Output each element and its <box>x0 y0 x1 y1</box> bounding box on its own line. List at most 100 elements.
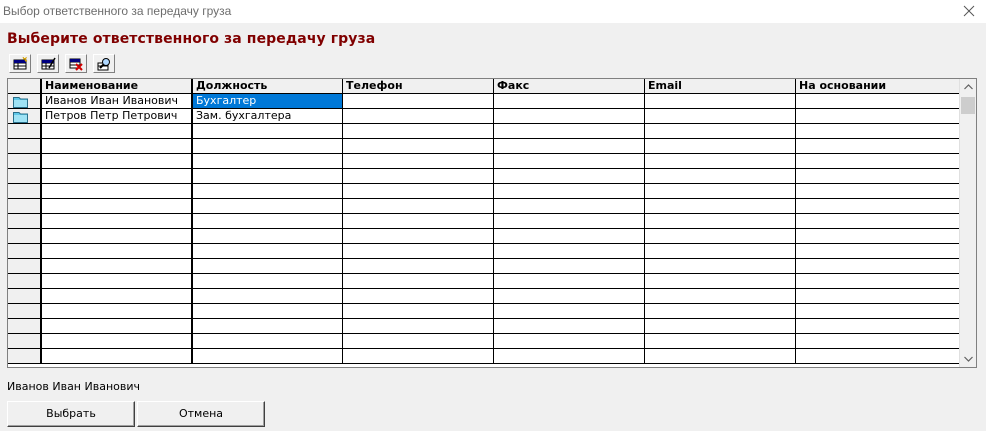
empty-cell[interactable] <box>343 154 494 169</box>
empty-cell[interactable] <box>192 349 343 364</box>
empty-cell[interactable] <box>494 259 645 274</box>
delete-record-button[interactable] <box>65 54 87 73</box>
empty-cell[interactable] <box>796 139 960 154</box>
empty-cell[interactable] <box>192 169 343 184</box>
cancel-button[interactable]: Отмена <box>137 401 265 427</box>
empty-cell[interactable] <box>494 184 645 199</box>
empty-cell[interactable] <box>41 244 192 259</box>
empty-cell[interactable] <box>494 139 645 154</box>
empty-cell[interactable] <box>796 184 960 199</box>
empty-cell[interactable] <box>192 214 343 229</box>
empty-cell[interactable] <box>494 244 645 259</box>
cell-phone[interactable] <box>343 109 494 124</box>
empty-cell[interactable] <box>343 229 494 244</box>
empty-cell[interactable] <box>645 259 796 274</box>
chevron-up-icon[interactable] <box>964 84 973 90</box>
column-header-fax[interactable]: Факс <box>494 79 645 94</box>
empty-cell[interactable] <box>645 154 796 169</box>
empty-cell[interactable] <box>645 349 796 364</box>
close-icon[interactable] <box>962 4 976 18</box>
empty-cell[interactable] <box>343 304 494 319</box>
empty-cell[interactable] <box>41 274 192 289</box>
cell-phone[interactable] <box>343 94 494 109</box>
empty-cell[interactable] <box>192 199 343 214</box>
vertical-scrollbar[interactable] <box>959 79 976 367</box>
empty-cell[interactable] <box>192 304 343 319</box>
empty-cell[interactable] <box>41 199 192 214</box>
empty-cell[interactable] <box>343 139 494 154</box>
empty-cell[interactable] <box>192 124 343 139</box>
empty-cell[interactable] <box>343 259 494 274</box>
empty-cell[interactable] <box>796 259 960 274</box>
empty-cell[interactable] <box>41 169 192 184</box>
empty-cell[interactable] <box>192 184 343 199</box>
empty-cell[interactable] <box>41 259 192 274</box>
empty-cell[interactable] <box>494 214 645 229</box>
empty-cell[interactable] <box>343 124 494 139</box>
empty-cell[interactable] <box>192 154 343 169</box>
empty-cell[interactable] <box>192 319 343 334</box>
empty-cell[interactable] <box>796 274 960 289</box>
empty-cell[interactable] <box>343 169 494 184</box>
empty-cell[interactable] <box>796 319 960 334</box>
empty-cell[interactable] <box>343 244 494 259</box>
cell-basis[interactable] <box>796 94 960 109</box>
empty-cell[interactable] <box>343 214 494 229</box>
scrollbar-thumb[interactable] <box>961 97 975 114</box>
empty-cell[interactable] <box>645 169 796 184</box>
empty-cell[interactable] <box>796 169 960 184</box>
empty-cell[interactable] <box>41 319 192 334</box>
empty-cell[interactable] <box>41 154 192 169</box>
empty-cell[interactable] <box>494 274 645 289</box>
empty-cell[interactable] <box>494 154 645 169</box>
empty-cell[interactable] <box>343 184 494 199</box>
empty-cell[interactable] <box>343 319 494 334</box>
empty-cell[interactable] <box>192 289 343 304</box>
column-header-basis[interactable]: На основании <box>796 79 960 94</box>
empty-cell[interactable] <box>494 199 645 214</box>
empty-cell[interactable] <box>645 304 796 319</box>
empty-cell[interactable] <box>192 139 343 154</box>
empty-cell[interactable] <box>645 319 796 334</box>
empty-cell[interactable] <box>494 289 645 304</box>
add-record-button[interactable] <box>9 54 31 73</box>
empty-cell[interactable] <box>41 184 192 199</box>
empty-cell[interactable] <box>796 124 960 139</box>
cell-email[interactable] <box>645 109 796 124</box>
empty-cell[interactable] <box>343 274 494 289</box>
cell-position[interactable]: Бухгалтер <box>192 94 343 109</box>
empty-cell[interactable] <box>192 259 343 274</box>
empty-cell[interactable] <box>796 334 960 349</box>
empty-cell[interactable] <box>645 139 796 154</box>
empty-cell[interactable] <box>343 289 494 304</box>
empty-cell[interactable] <box>494 124 645 139</box>
empty-cell[interactable] <box>796 244 960 259</box>
empty-cell[interactable] <box>343 199 494 214</box>
empty-cell[interactable] <box>494 349 645 364</box>
empty-cell[interactable] <box>645 199 796 214</box>
column-header-email[interactable]: Email <box>645 79 796 94</box>
responsible-grid[interactable]: Наименование Должность Телефон Факс Emai… <box>7 78 977 368</box>
empty-cell[interactable] <box>796 229 960 244</box>
empty-cell[interactable] <box>796 199 960 214</box>
cell-fax[interactable] <box>494 94 645 109</box>
cell-fax[interactable] <box>494 109 645 124</box>
empty-cell[interactable] <box>494 169 645 184</box>
empty-cell[interactable] <box>645 214 796 229</box>
empty-cell[interactable] <box>41 139 192 154</box>
cell-name[interactable]: Иванов Иван Иванович <box>41 94 192 109</box>
empty-cell[interactable] <box>192 244 343 259</box>
empty-cell[interactable] <box>41 124 192 139</box>
empty-cell[interactable] <box>645 334 796 349</box>
column-header-position[interactable]: Должность <box>192 79 343 94</box>
column-header-phone[interactable]: Телефон <box>343 79 494 94</box>
empty-cell[interactable] <box>343 334 494 349</box>
empty-cell[interactable] <box>645 244 796 259</box>
empty-cell[interactable] <box>796 304 960 319</box>
empty-cell[interactable] <box>645 184 796 199</box>
empty-cell[interactable] <box>494 304 645 319</box>
cell-position[interactable]: Зам. бухгалтера <box>192 109 343 124</box>
find-record-button[interactable] <box>93 54 115 73</box>
empty-cell[interactable] <box>343 349 494 364</box>
edit-record-button[interactable] <box>37 54 59 73</box>
